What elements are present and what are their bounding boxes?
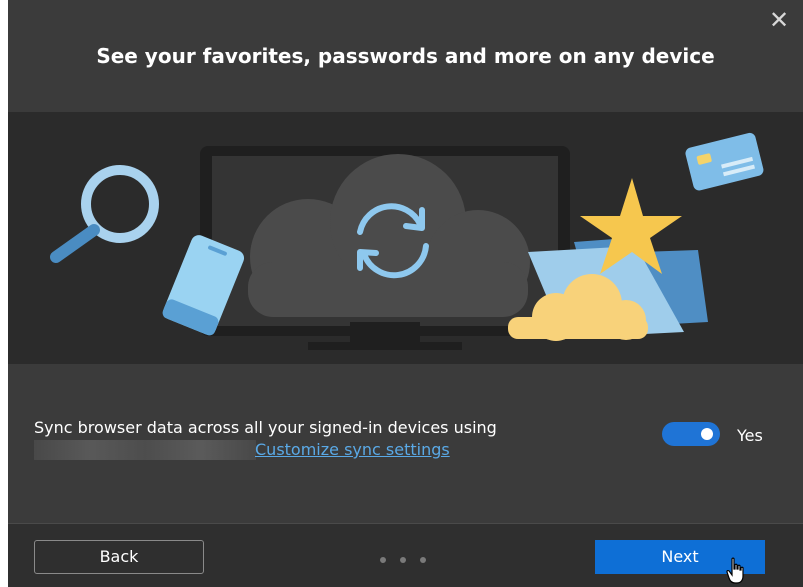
page-indicator [380,557,440,565]
credit-card-icon [685,132,764,191]
page-dot [420,557,426,563]
page-dot [400,557,406,563]
hero-illustration [8,112,803,364]
sync-toggle-label: Yes [737,426,763,445]
toggle-knob [701,428,713,440]
sync-description: Sync browser data across all your signed… [34,418,497,437]
close-icon[interactable]: ✕ [765,6,793,34]
page-dot [380,557,386,563]
back-button[interactable]: Back [34,540,204,574]
hand-cursor-icon [726,557,744,584]
dialog-title: See your favorites, passwords and more o… [96,44,715,68]
sync-dialog: ✕ See your favorites, passwords and more… [8,0,803,587]
magnifier-icon [50,165,159,263]
redacted-account-email [34,440,256,460]
dialog-footer: Back Next [8,523,803,587]
customize-sync-link[interactable]: Customize sync settings [255,440,450,459]
sync-toggle[interactable] [662,422,720,446]
